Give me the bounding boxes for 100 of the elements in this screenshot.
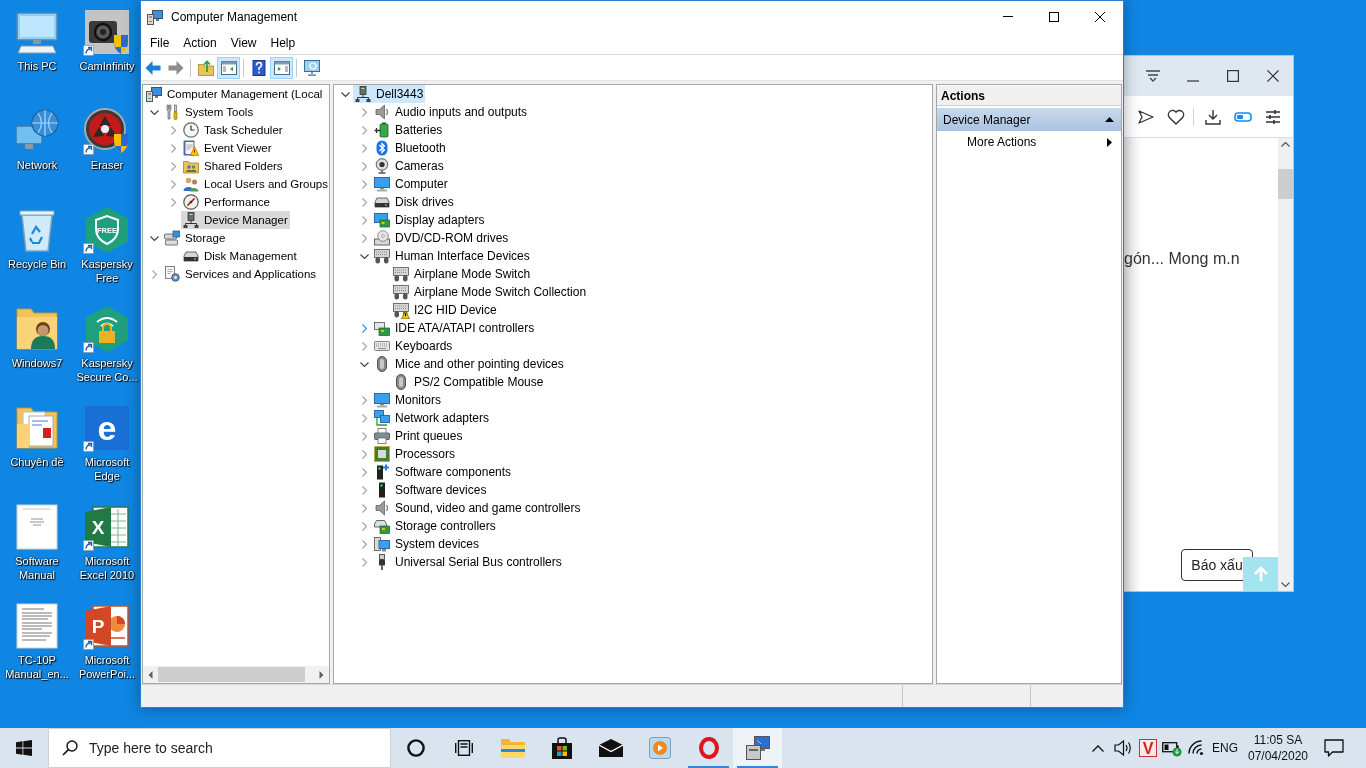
desktop-icon-label[interactable]: Recycle Bin [7, 257, 67, 271]
tree-item[interactable]: Dell3443 [353, 85, 426, 103]
desktop-icon-label[interactable]: Kaspersky Free [75, 257, 139, 285]
document-thumbnail-icon[interactable] [13, 602, 61, 650]
sliders-icon[interactable] [1265, 109, 1281, 124]
chevron-right-icon[interactable] [361, 143, 367, 153]
maximize-icon[interactable] [1227, 70, 1239, 82]
tree-item[interactable]: System Tools [162, 103, 256, 121]
e-logo-icon[interactable]: e [83, 404, 131, 452]
desktop-icon-label[interactable]: Eraser [90, 158, 124, 172]
caret-up-icon[interactable] [1105, 117, 1114, 122]
hazard-disc-shield-icon[interactable] [83, 107, 131, 155]
chevron-right-icon[interactable] [361, 161, 367, 171]
chevron-right-icon[interactable] [361, 431, 367, 441]
tree-item[interactable]: Storage [162, 229, 228, 247]
chevron-right-icon[interactable] [361, 413, 367, 423]
menu-item[interactable]: Action [176, 34, 224, 52]
clock-time[interactable]: 11:05 SA [1253, 732, 1303, 748]
menu-item[interactable]: Help [263, 34, 303, 52]
chevron-right-icon[interactable] [361, 521, 367, 531]
tree-item[interactable]: System devices [372, 535, 482, 553]
tree-item[interactable]: Computer Management (Local [144, 85, 325, 103]
chevron-right-icon[interactable] [170, 125, 176, 135]
tree-item[interactable]: PS/2 Compatible Mouse [391, 373, 546, 391]
chevron-down-icon[interactable] [149, 235, 159, 241]
battery-charging-icon[interactable] [1162, 739, 1182, 757]
chevron-up-icon[interactable] [1281, 142, 1290, 147]
taskbar-app-button[interactable] [733, 728, 782, 768]
tree-item[interactable]: Computer [372, 175, 450, 193]
camera-shield-icon[interactable] [83, 8, 131, 56]
tree-item[interactable]: Disk drives [372, 193, 456, 211]
desktop-icon-label[interactable]: Kaspersky Secure Co... [75, 356, 139, 384]
hexagon-lock-icon[interactable] [83, 305, 131, 353]
tree-item[interactable]: Software components [372, 463, 514, 481]
chevron-right-icon[interactable] [361, 485, 367, 495]
scrollbar-thumb[interactable] [1278, 169, 1293, 199]
chevron-up-icon[interactable] [1092, 744, 1104, 752]
report-button[interactable]: Báo xấu [1181, 549, 1253, 581]
tree-item[interactable]: Bluetooth [372, 139, 448, 157]
tree-item[interactable]: Cameras [372, 157, 446, 175]
desktop-icon-label[interactable]: Chuyên đề [10, 455, 64, 469]
tree-item[interactable]: Monitors [372, 391, 443, 409]
tree-item[interactable]: Airplane Mode Switch Collection [391, 283, 589, 301]
tree-item[interactable]: Software devices [372, 481, 489, 499]
chevron-right-icon[interactable] [361, 467, 367, 477]
chevron-right-icon[interactable] [361, 341, 367, 351]
toggle-icon[interactable] [1234, 111, 1252, 122]
tree-item[interactable]: Keyboards [372, 337, 455, 355]
tree-item[interactable]: Event Viewer [181, 139, 274, 157]
chevron-right-icon[interactable] [361, 449, 367, 459]
tree-item[interactable]: Services and Applications [162, 265, 319, 283]
notification-icon[interactable] [1324, 739, 1344, 757]
chevron-down-icon[interactable] [359, 253, 369, 259]
tree-item[interactable]: Local Users and Groups [181, 175, 329, 193]
action-pane-toggle-button[interactable] [270, 56, 293, 79]
language-indicator[interactable]: ENG [1212, 741, 1238, 755]
tree-item[interactable]: Universal Serial Bus controllers [372, 553, 564, 571]
chevron-down-icon[interactable] [359, 361, 369, 367]
tree-item[interactable]: Processors [372, 445, 458, 463]
chevron-right-icon[interactable] [361, 503, 367, 513]
chevron-right-icon[interactable] [361, 179, 367, 189]
document-folder-icon[interactable] [13, 404, 61, 452]
horizontal-scrollbar[interactable] [143, 666, 329, 683]
chevron-right-icon[interactable] [361, 125, 367, 135]
desktop-icon-label[interactable]: Microsoft Excel 2010 [75, 554, 139, 582]
chevron-right-icon[interactable] [361, 197, 367, 207]
search-field[interactable]: Type here to search [48, 728, 391, 768]
console-tree-toggle-button[interactable] [217, 56, 240, 79]
close-icon[interactable] [1267, 70, 1279, 82]
scrollbar-thumb[interactable] [158, 667, 305, 682]
send-icon[interactable] [1138, 109, 1154, 124]
chevron-right-icon[interactable] [319, 670, 324, 679]
chevron-right-icon[interactable] [361, 215, 367, 225]
app-logo-icon[interactable]: V [1139, 739, 1157, 757]
tree-item[interactable]: Performance [181, 193, 272, 211]
document-thumbnail-icon[interactable] [13, 503, 61, 551]
chevron-right-icon[interactable] [170, 179, 176, 189]
chevron-right-icon[interactable] [361, 107, 367, 117]
heart-icon[interactable] [1167, 108, 1185, 125]
chevron-left-icon[interactable] [148, 670, 153, 679]
chevron-down-icon[interactable] [149, 109, 159, 115]
menu-item[interactable]: View [223, 34, 264, 52]
chevron-right-icon[interactable] [361, 557, 367, 567]
clock-date[interactable]: 07/04/2020 [1247, 748, 1309, 764]
menu-item[interactable]: File [143, 34, 177, 52]
tree-item[interactable]: I2C HID Device [391, 301, 499, 319]
tree-item[interactable]: IDE ATA/ATAPI controllers [372, 319, 537, 337]
tree-item[interactable]: Storage controllers [372, 517, 498, 535]
tree-item[interactable]: Sound, video and game controllers [372, 499, 583, 517]
desktop-icon-label[interactable]: This PC [17, 59, 57, 73]
chevron-right-icon[interactable] [361, 323, 367, 333]
desktop-icon-label[interactable]: Software Manual [2, 554, 72, 582]
list-dropdown-icon[interactable] [1145, 70, 1161, 82]
desktop-icon-label[interactable]: Microsoft Edge [75, 455, 139, 483]
wifi-icon[interactable] [1188, 740, 1204, 756]
chevron-right-icon[interactable] [170, 161, 176, 171]
tree-item[interactable]: Batteries [372, 121, 445, 139]
chevron-right-icon[interactable] [361, 539, 367, 549]
action-group-header[interactable]: Device Manager [937, 108, 1121, 131]
chevron-right-icon[interactable] [170, 143, 176, 153]
